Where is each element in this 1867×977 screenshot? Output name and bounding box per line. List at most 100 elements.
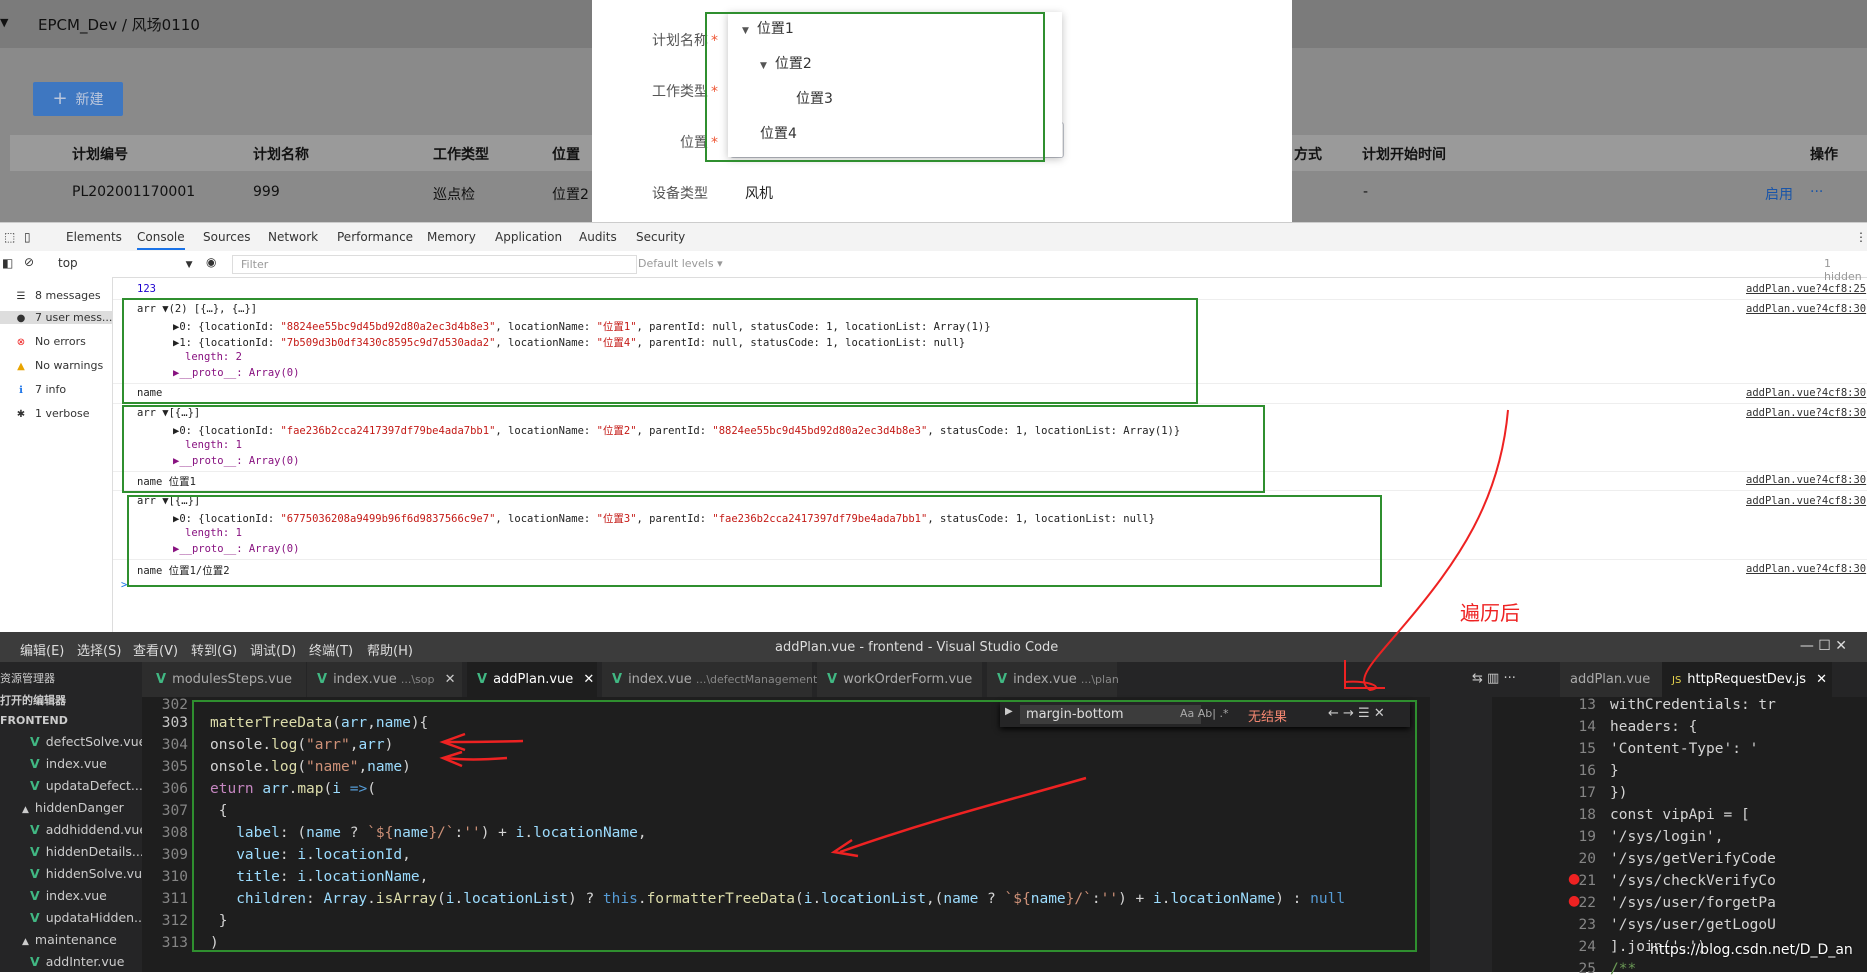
tab-index-plan[interactable]: Vindex.vue ...\plan — [987, 662, 1119, 697]
log-line[interactable]: arr ▼[{…}] — [137, 407, 200, 419]
sidebar-item-warnings[interactable]: ▲ No warnings — [14, 359, 103, 372]
log-entry[interactable]: ▶__proto__: Array(0) — [173, 455, 299, 467]
tree-node-location-1[interactable]: ▼ 位置1 — [742, 18, 794, 38]
file-item[interactable]: Vaddhiddend.vue — [30, 822, 147, 837]
file-item[interactable]: VhiddenSolve.vue — [30, 866, 150, 881]
sidebar-item-messages[interactable]: ☰ 8 messages — [14, 289, 101, 302]
menu-view[interactable]: 查看(V) — [133, 640, 178, 659]
tab-network[interactable]: Network — [268, 230, 318, 244]
tab-http-request[interactable]: JS httpRequestDev.js ✕ — [1662, 662, 1832, 697]
context-select[interactable]: top ▼ — [58, 256, 193, 270]
tab-index-defect[interactable]: Vindex.vue ...\defectManagement — [602, 662, 817, 697]
expand-replace-icon[interactable]: ▶ — [1005, 706, 1013, 717]
sidebar-item-errors[interactable]: ⊗ No errors — [14, 335, 86, 348]
log-entry[interactable]: ▶0: {locationId: "8824ee55bc9d45bd92d80a… — [173, 319, 991, 334]
log-entry[interactable]: ▶__proto__: Array(0) — [173, 543, 299, 555]
th-location: 位置 — [552, 147, 580, 163]
file-item[interactable]: Vindex.vue — [30, 888, 107, 903]
menu-select[interactable]: 选择(S) — [77, 640, 121, 659]
cell-location: 位置2 — [552, 187, 589, 203]
file-item[interactable]: Vindex.vue — [30, 756, 107, 771]
source-link[interactable]: addPlan.vue?4cf8:30 — [1746, 474, 1866, 486]
explorer-root[interactable]: FRONTEND — [0, 714, 68, 727]
source-link[interactable]: addPlan.vue?4cf8:30 — [1746, 303, 1866, 315]
tab-elements[interactable]: Elements — [66, 230, 122, 244]
vscode-titlebar: 编辑(E) 选择(S) 查看(V) 转到(G) 调试(D) 终端(T) 帮助(H… — [0, 632, 1867, 662]
menu-edit[interactable]: 编辑(E) — [20, 640, 64, 659]
right-editor[interactable]: 13 14 15 16 17 18 19 20 21 22 23 24 25 w… — [1560, 697, 1867, 977]
log-entry[interactable]: ▶__proto__: Array(0) — [173, 367, 299, 379]
menu-goto[interactable]: 转到(G) — [191, 640, 237, 659]
clear-console-icon[interactable]: ⊘ — [24, 255, 34, 269]
eye-icon[interactable]: ◉ — [206, 255, 216, 269]
menu-terminal[interactable]: 终端(T) — [309, 640, 353, 659]
new-button[interactable]: + 新建 — [33, 82, 123, 116]
minimap[interactable] — [1430, 697, 1492, 972]
folder-item[interactable]: ▲ maintenance — [22, 932, 117, 947]
chevron-down-icon[interactable]: ▼ — [0, 16, 8, 29]
log-entry[interactable]: ▶1: {locationId: "7b509d3b0df3430c8595c9… — [173, 335, 965, 350]
tab-application[interactable]: Application — [495, 230, 562, 244]
caret-down-icon[interactable]: ▼ — [760, 61, 767, 71]
source-link[interactable]: addPlan.vue?4cf8:30 — [1746, 387, 1866, 399]
source-link[interactable]: addPlan.vue?4cf8:30 — [1746, 495, 1866, 507]
folder-item[interactable]: ▲ hiddenDanger — [22, 800, 124, 815]
open-editors[interactable]: 打开的编辑器 — [0, 692, 66, 708]
log-line[interactable]: arr ▼(2) [{…}, {…}] — [137, 303, 257, 315]
sidebar-item-verbose[interactable]: ✱ 1 verbose — [14, 407, 90, 420]
more-actions-icon[interactable]: ··· — [1810, 184, 1823, 200]
th-work-type: 工作类型 — [433, 147, 489, 163]
sidebar-item-user-messages[interactable]: ● 7 user mess... — [0, 311, 112, 324]
breakpoint-icon[interactable]: ● — [1568, 871, 1580, 887]
tab-index-sop[interactable]: Vindex.vue ...\sop ✕ — [307, 662, 462, 697]
code-editor[interactable]: 302 303 304 305 306 307 308 309 310 311 … — [142, 697, 1422, 972]
location-tree-dropdown: ▼ 位置1 ▼ 位置2 位置3 位置4 — [728, 12, 1062, 157]
sidebar-toggle-icon[interactable]: ◧ — [2, 256, 13, 270]
file-item[interactable]: VaddInter.vue — [30, 954, 124, 969]
more-icon[interactable]: ⋮ — [1855, 230, 1867, 244]
menu-help[interactable]: 帮助(H) — [367, 640, 413, 659]
label-location: 位置 * — [680, 135, 718, 151]
source-link[interactable]: addPlan.vue?4cf8:30 — [1746, 407, 1866, 419]
log-line: 123 — [137, 283, 156, 295]
window-controls[interactable]: — ☐ ✕ — [1800, 638, 1847, 654]
levels-select[interactable]: Default levels ▾ — [638, 257, 723, 270]
inspect-icon[interactable]: ⬚ — [4, 230, 15, 244]
editor-tabbar: VmodulesSteps.vue Vindex.vue ...\sop ✕ V… — [142, 662, 1867, 697]
tab-sources[interactable]: Sources — [203, 230, 250, 244]
log-entry[interactable]: ▶0: {locationId: "6775036208a9499b96f6d9… — [173, 511, 1155, 526]
file-item[interactable]: VhiddenDetails.... — [30, 844, 148, 859]
tab-add-plan[interactable]: VaddPlan.vue ✕ — [467, 662, 597, 697]
find-options[interactable]: Aa Ab| .* — [1180, 707, 1228, 720]
find-input[interactable]: margin-bottom — [1020, 705, 1201, 724]
caret-down-icon[interactable]: ▼ — [742, 26, 749, 36]
device-toolbar-icon[interactable]: ▯ — [24, 230, 31, 244]
label-work-type: 工作类型 * — [652, 84, 718, 100]
menu-debug[interactable]: 调试(D) — [250, 640, 296, 659]
sidebar-item-info[interactable]: ℹ7 info — [14, 383, 66, 396]
tree-node-location-3[interactable]: 位置3 — [796, 88, 833, 108]
tab-performance[interactable]: Performance — [337, 230, 413, 244]
tree-node-location-4[interactable]: 位置4 — [760, 123, 797, 143]
log-entry[interactable]: ▶0: {locationId: "fae236b2cca2417397df79… — [173, 423, 1180, 438]
filter-input[interactable]: Filter — [232, 255, 637, 274]
enable-link[interactable]: 启用 — [1765, 184, 1793, 204]
file-item[interactable]: VdefectSolve.vue — [30, 734, 146, 749]
split-editor-icon[interactable]: ⇆ ▥ ··· — [1472, 671, 1516, 686]
console-prompt[interactable]: > — [121, 579, 127, 591]
find-nav-controls[interactable]: ← → ☰ ✕ — [1328, 706, 1385, 721]
tree-node-location-2[interactable]: ▼ 位置2 — [760, 53, 812, 73]
tab-security[interactable]: Security — [636, 230, 685, 244]
file-item[interactable]: VupdataDefect.... — [30, 778, 147, 793]
verbose-icon: ✱ — [16, 409, 26, 420]
tab-modules-steps[interactable]: VmodulesSteps.vue — [142, 662, 306, 697]
tab-memory[interactable]: Memory — [427, 230, 476, 244]
breakpoint-icon[interactable]: ● — [1568, 893, 1580, 909]
tab-work-order-form[interactable]: VworkOrderForm.vue — [817, 662, 982, 697]
tab-audits[interactable]: Audits — [579, 230, 617, 244]
source-link[interactable]: addPlan.vue?4cf8:25 — [1746, 283, 1866, 295]
file-item[interactable]: VupdataHidden... — [30, 910, 146, 925]
source-link[interactable]: addPlan.vue?4cf8:30 — [1746, 563, 1866, 575]
tab-console[interactable]: Console — [137, 230, 185, 250]
log-line[interactable]: arr ▼[{…}] — [137, 495, 200, 507]
